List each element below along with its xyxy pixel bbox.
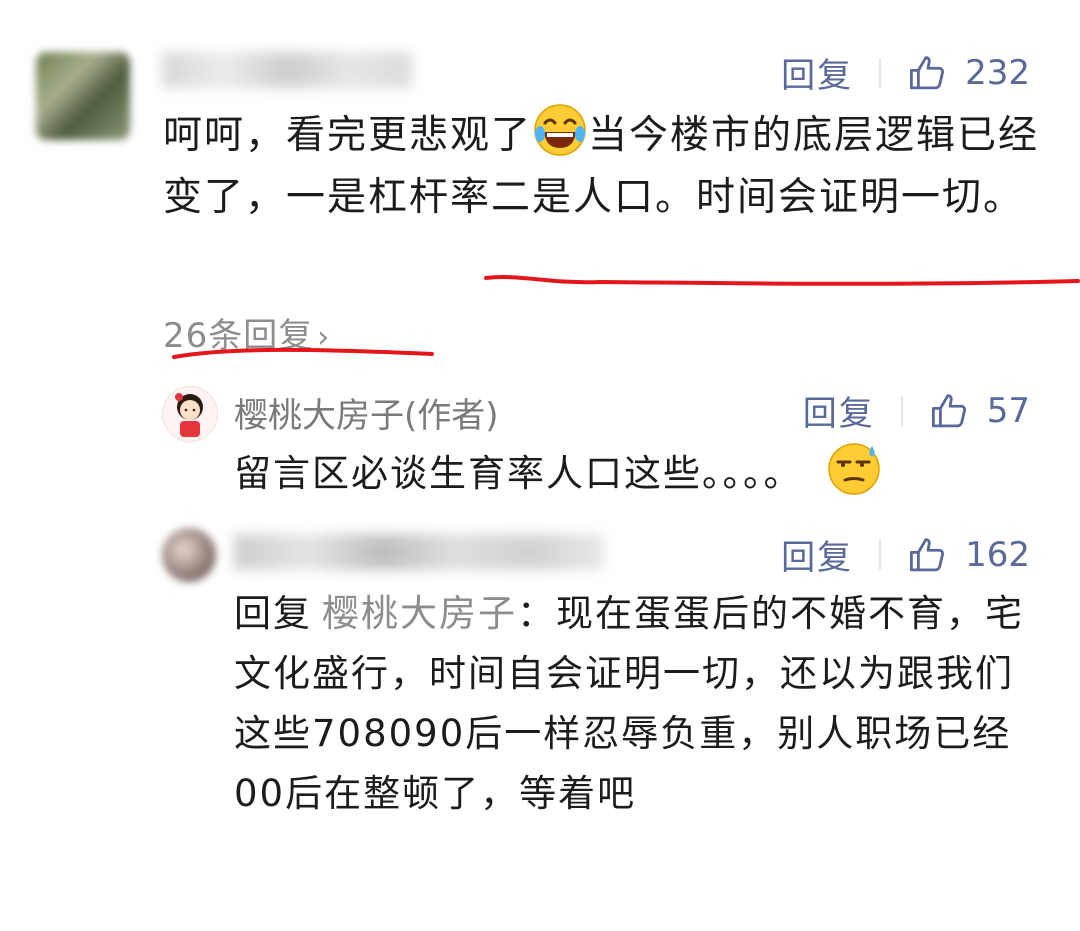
reply-actions: 回复 162 xyxy=(781,530,1030,579)
reply-actions: 回复 57 xyxy=(803,386,1030,435)
like-count: 162 xyxy=(965,534,1030,575)
reply-text: 留言区必谈生育率人口这些。。。。 xyxy=(234,440,1034,504)
laughing-tears-emoji-icon xyxy=(534,104,586,156)
avatar[interactable] xyxy=(162,528,216,582)
annotation-underline-short xyxy=(172,347,434,359)
like-count: 57 xyxy=(986,390,1030,431)
author-avatar[interactable] xyxy=(162,386,218,442)
author-name[interactable]: 樱桃大房子(作者) xyxy=(234,388,499,437)
like-button[interactable]: 162 xyxy=(907,534,1030,576)
annotation-underline xyxy=(484,275,1080,286)
comment-actions: 回复 232 xyxy=(781,48,1030,97)
comment-text: 呵呵，看完更悲观了 当今楼市的底层逻辑已经变了，一是杠杆率二是人口。时间会证明一… xyxy=(163,102,1043,229)
username[interactable] xyxy=(162,52,412,88)
like-button[interactable]: 57 xyxy=(929,390,1030,432)
sweat-smile-emoji-icon xyxy=(828,443,881,495)
thumbs-up-icon xyxy=(910,537,945,571)
reply-button[interactable]: 回复 xyxy=(781,48,853,97)
like-count: 232 xyxy=(965,52,1030,93)
divider xyxy=(879,539,882,570)
divider xyxy=(900,395,903,426)
divider xyxy=(879,57,882,88)
reply-to-name[interactable]: 樱桃大房子 xyxy=(322,592,517,635)
cartoon-girl-icon xyxy=(175,393,203,437)
reply-prefix: 回复 xyxy=(234,592,312,635)
avatar[interactable] xyxy=(36,52,130,140)
like-button[interactable]: 232 xyxy=(907,52,1030,94)
thumbs-up-icon xyxy=(931,393,966,427)
reply-button[interactable]: 回复 xyxy=(803,386,875,435)
reply-text: 回复 樱桃大房子：现在蛋蛋后的不婚不育，宅文化盛行，时间自会证明一切，还以为跟我们… xyxy=(234,592,1024,815)
username[interactable] xyxy=(234,534,604,570)
thumbs-up-icon xyxy=(910,55,945,89)
reply-button[interactable]: 回复 xyxy=(781,530,853,579)
